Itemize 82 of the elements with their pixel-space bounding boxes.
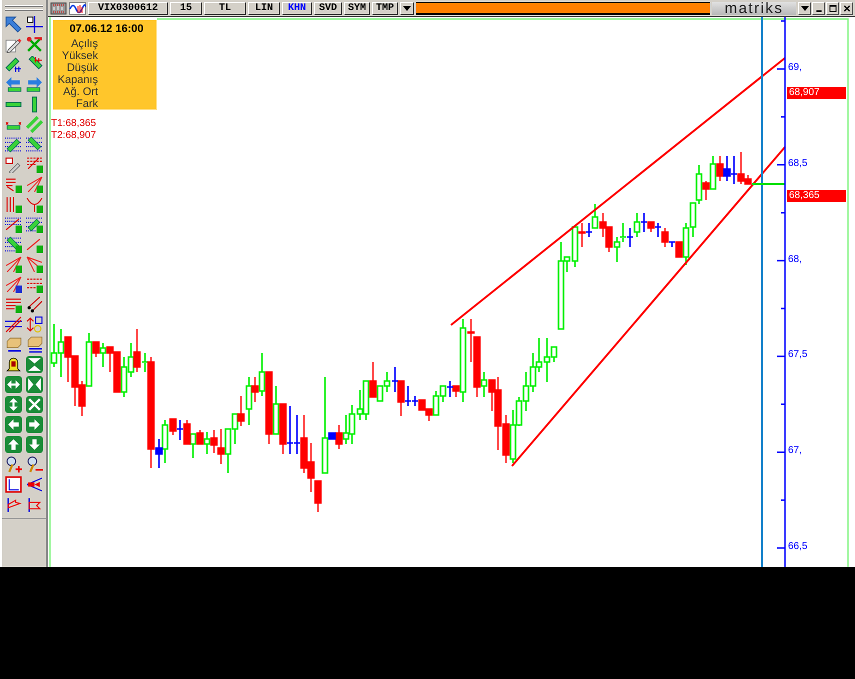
horizontal-arrows-icon[interactable] bbox=[5, 376, 22, 392]
toolbar-button[interactable]: 15 bbox=[170, 2, 202, 15]
trend-line[interactable] bbox=[450, 57, 786, 326]
window-menu-button[interactable] bbox=[798, 2, 811, 15]
maximize-icon bbox=[828, 5, 836, 12]
chart-window-icon[interactable] bbox=[50, 2, 67, 15]
toolbar-grip[interactable] bbox=[5, 5, 43, 11]
arc-lines-icon[interactable] bbox=[26, 196, 43, 212]
crossed-grid-icon[interactable] bbox=[5, 316, 22, 332]
cursor-arrow-icon[interactable] bbox=[5, 16, 22, 32]
symbol-button[interactable]: VIX0300612 bbox=[88, 2, 168, 15]
axis-tick-label: 68,5 bbox=[788, 158, 808, 170]
up-arrow-icon[interactable] bbox=[5, 436, 22, 452]
dashed-diagonal-icon[interactable] bbox=[26, 156, 43, 172]
toolbar-button[interactable]: SVD bbox=[314, 2, 342, 15]
info-label: Düşük bbox=[66, 62, 98, 74]
axis-tick-label: 69, bbox=[788, 62, 802, 74]
diagonal-bar-icon[interactable] bbox=[26, 56, 43, 72]
collapse-arrows-icon[interactable] bbox=[26, 376, 43, 392]
right-arrow-icon[interactable] bbox=[26, 416, 43, 432]
bell-icon[interactable] bbox=[5, 356, 22, 372]
axis-tick-label: 67, bbox=[788, 445, 802, 458]
frame-pencil-icon[interactable] bbox=[5, 156, 22, 172]
price-marker-label: 68,365 bbox=[787, 190, 846, 202]
left-arrow-icon[interactable] bbox=[5, 416, 22, 432]
info-label: Fark bbox=[76, 98, 98, 110]
right-arrow-icon[interactable] bbox=[26, 76, 43, 92]
minimize-button[interactable] bbox=[812, 2, 825, 15]
crosshair-icon[interactable] bbox=[26, 16, 43, 32]
expand-cross-icon[interactable] bbox=[26, 396, 43, 412]
caret-icon bbox=[403, 6, 411, 11]
toolbar-button[interactable]: KHN bbox=[282, 2, 312, 15]
collapse-arrows-icon[interactable] bbox=[26, 356, 43, 372]
left-arrow-icon[interactable] bbox=[5, 76, 22, 92]
info-label: Kapanış bbox=[58, 74, 98, 86]
toolbar-button[interactable]: TMP bbox=[372, 2, 398, 15]
maximize-button[interactable] bbox=[826, 2, 839, 15]
block-icon[interactable] bbox=[5, 336, 22, 352]
dotted-bar-icon[interactable] bbox=[5, 236, 22, 252]
parallel-lines-icon[interactable] bbox=[26, 296, 43, 312]
close-icon bbox=[842, 5, 850, 12]
info-label: Ağ. Ort bbox=[63, 86, 98, 98]
trend-value-label: T2:68,907 bbox=[51, 130, 96, 142]
price-marker-label: 68,907 bbox=[787, 87, 846, 99]
wave-icon[interactable] bbox=[69, 2, 86, 15]
toolbar-button[interactable]: TL bbox=[204, 2, 246, 15]
fan-lines-icon[interactable] bbox=[26, 176, 43, 192]
zoom-in-icon[interactable] bbox=[5, 456, 22, 472]
info-label: Yüksek bbox=[62, 50, 98, 62]
zoom-out-icon[interactable] bbox=[26, 456, 43, 472]
flag-icon[interactable] bbox=[5, 496, 22, 512]
axis-tick-label: 68, bbox=[788, 254, 802, 266]
toolbar-button[interactable]: LIN bbox=[248, 2, 280, 15]
close-button[interactable] bbox=[840, 2, 853, 15]
axis-tick-label: 66,5 bbox=[788, 541, 808, 553]
block-icon[interactable] bbox=[26, 336, 43, 352]
fan-lines-icon[interactable] bbox=[26, 256, 43, 272]
vertical-lines-icon[interactable] bbox=[5, 196, 22, 212]
price-level-line bbox=[752, 183, 785, 185]
axis-tick-label: 67,5 bbox=[788, 349, 808, 362]
fan-lines-icon[interactable] bbox=[5, 276, 22, 292]
vertical-arrows-icon[interactable] bbox=[5, 396, 22, 412]
angled-lines-icon[interactable] bbox=[5, 176, 22, 192]
funnel-arrow-icon[interactable] bbox=[26, 476, 43, 492]
move-points-icon[interactable] bbox=[26, 316, 43, 332]
trend-value-label: T1:68,365 bbox=[51, 118, 96, 130]
info-date: 07.06.12 16:00 bbox=[69, 23, 144, 35]
down-arrow-icon[interactable] bbox=[26, 436, 43, 452]
info-label: Açılış bbox=[71, 38, 98, 50]
dropdown-button[interactable] bbox=[400, 2, 414, 15]
brand-logo: matriks bbox=[712, 2, 796, 15]
toolbar-button[interactable]: SYM bbox=[344, 2, 370, 15]
dotted-channel-icon[interactable] bbox=[5, 136, 22, 152]
trend-line[interactable] bbox=[511, 146, 786, 467]
chart-frame-icon[interactable] bbox=[5, 476, 22, 492]
fan-lines-icon[interactable] bbox=[5, 256, 22, 272]
caret-icon bbox=[800, 5, 808, 12]
dotted-channel-icon[interactable] bbox=[26, 136, 43, 152]
flag-icon[interactable] bbox=[26, 496, 43, 512]
diagonal-bar-icon[interactable] bbox=[5, 56, 22, 72]
dotted-bar-icon[interactable] bbox=[26, 216, 43, 232]
grid-lines-icon[interactable] bbox=[5, 216, 22, 232]
